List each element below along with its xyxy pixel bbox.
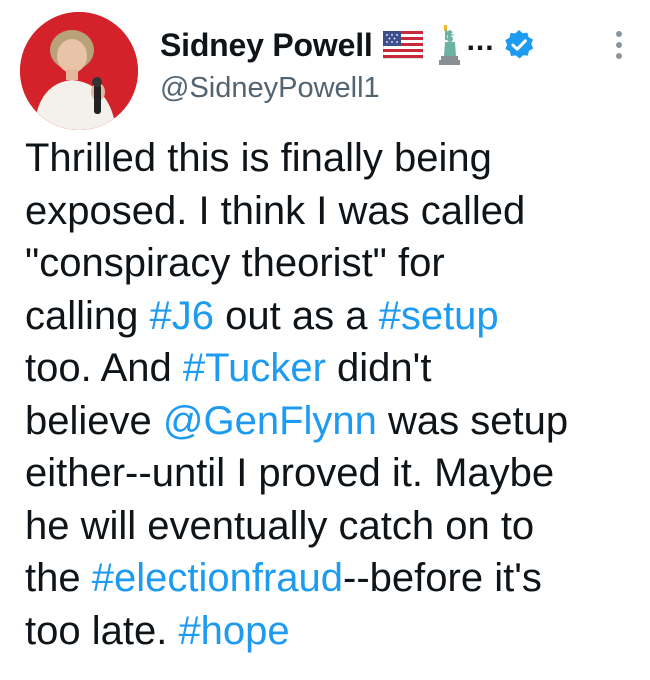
avatar[interactable] [20,12,138,130]
tweet-text-segment: exposed. I think I was called [25,188,526,233]
hashtag-link[interactable]: #Tucker [183,346,326,390]
hashtag-link[interactable]: #setup [379,294,499,338]
verified-badge-icon[interactable] [503,29,535,61]
tweet-text-segment: --before it's [343,556,542,600]
tweet-text-segment: didn't [325,346,432,390]
tweet-text-line: either--until I proved it. Maybe [25,447,625,500]
tweet-text-line: "conspiracy theorist" for [25,237,625,290]
tweet-text-segment: too. And [25,346,183,390]
tweet-text: Thrilled this is finally being exposed. I… [25,132,625,657]
tweet-text-segment: calling [25,293,150,338]
tweet-text-line: the #electionfraud--before it's [25,552,625,605]
author-handle[interactable]: @SidneyPowell1 [160,72,590,105]
tweet-text-segment: out as a [214,293,379,338]
name-truncation-ellipsis: ... [466,24,495,57]
tweet-text-line: too. And #Tucker didn't [25,342,625,395]
us-flag-icon [382,30,424,60]
author-name-row: Sidney Powell ... [160,22,590,68]
tweet-text-line: he will eventually catch on to [25,500,625,553]
tweet-text-line: exposed. I think I was called [25,185,625,238]
hashtag-link[interactable]: #electionfraud [92,556,343,600]
tweet-text-segment: too late. [25,608,179,653]
tweet-text-line: believe @GenFlynn was setup [25,395,625,448]
tweet-text-segment: "conspiracy theorist" for [25,241,445,285]
hashtag-link[interactable]: #hope [178,609,289,653]
tweet-text-line: Thrilled this is finally being [25,132,625,185]
more-options-icon[interactable] [612,26,626,66]
tweet-text-segment: Thrilled this is finally being [25,136,492,180]
tweet-card: Sidney Powell ... @SidneyPowell1 Thrille… [0,0,650,680]
mention-link[interactable]: @GenFlynn [163,399,377,443]
hashtag-link[interactable]: #J6 [150,294,215,338]
tweet-text-line: calling #J6 out as a #setup [25,290,625,343]
tweet-text-segment: the [25,556,92,600]
tweet-header: Sidney Powell ... @SidneyPowell1 [160,22,590,105]
tweet-text-line: too late. #hope [25,605,625,658]
tweet-text-segment: was setup [376,398,569,443]
tweet-text-segment: he will eventually catch on to [25,503,535,548]
author-display-name[interactable]: Sidney Powell [160,27,373,64]
statue-of-liberty-icon [435,24,461,66]
tweet-text-segment: believe [25,398,163,443]
tweet-text-segment: either--until I proved it. Maybe [25,451,555,495]
